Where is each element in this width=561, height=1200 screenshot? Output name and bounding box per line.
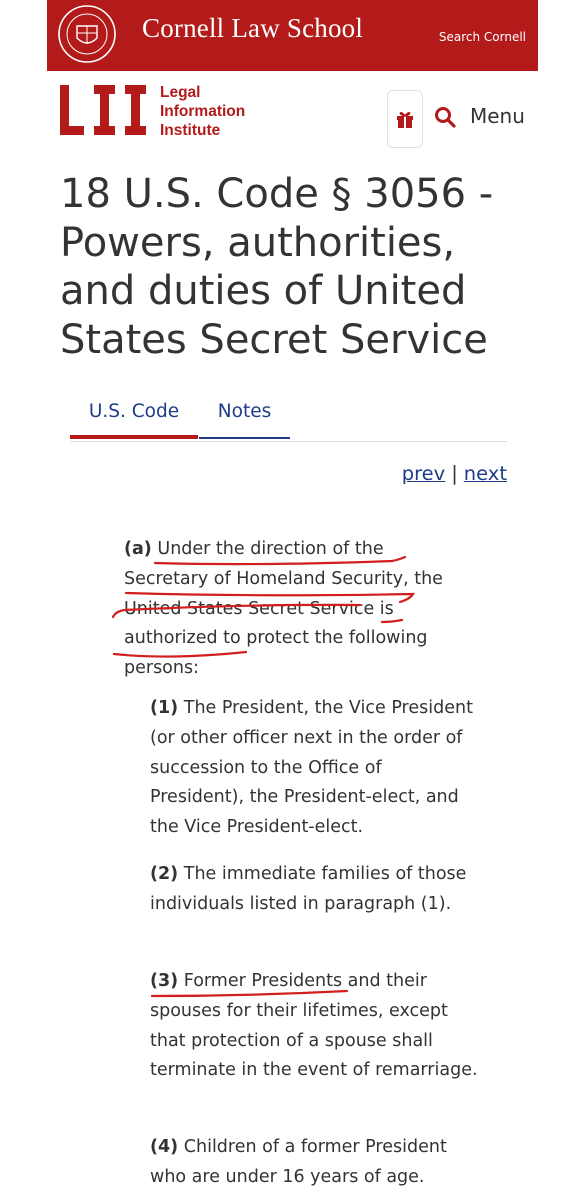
lii-word-legal: Legal [160,84,201,101]
paragraph-text: The immediate families of those individu… [150,864,467,914]
paragraph-number: (1) [150,698,179,718]
subsection-text: Under the direction of the Secretary of … [124,539,443,679]
search-icon [435,107,456,128]
lii-word-information: Information [160,103,246,120]
cornell-header: Cornell Law School Search Cornell [47,0,538,71]
paragraph-3: (3) Former Presidents and their spouses … [150,967,480,1086]
paragraph-text: The President, the Vice President (or ot… [150,698,473,838]
lii-logo[interactable]: Legal Information Institute [60,83,250,139]
statute-subsection-a: (a) Under the direction of the Secretary… [124,535,444,684]
donate-button[interactable] [387,90,423,148]
gift-icon [397,112,413,128]
tab-bar: U.S. Code Notes [70,395,507,442]
search-cornell-link[interactable]: Search Cornell [439,30,526,44]
paragraph-1: (1) The President, the Vice President (o… [150,694,480,843]
lii-word-institute: Institute [160,122,221,139]
lii-logo-words: Legal Information Institute [160,83,245,140]
prev-link[interactable]: prev [402,462,446,485]
next-link[interactable]: next [464,462,507,485]
menu-button[interactable]: Menu [470,104,525,128]
cornell-seal-icon[interactable] [57,4,117,64]
paragraph-text: Children of a former President who are u… [150,1137,447,1187]
cornell-law-school-title[interactable]: Cornell Law School [142,13,363,44]
pager: prev | next [402,462,507,485]
subsection-number: (a) [124,539,152,559]
paragraph-number: (3) [150,971,179,991]
tab-us-code[interactable]: U.S. Code [70,395,198,439]
paragraph-number: (2) [150,864,179,884]
paragraph-4: (4) Children of a former President who a… [150,1133,480,1193]
lii-letters-icon [60,85,146,135]
page-title: 18 U.S. Code § 3056 - Powers, authoritie… [60,171,494,363]
paragraph-text: Former Presidents and their spouses for … [150,971,478,1081]
tab-notes[interactable]: Notes [199,395,290,439]
search-button[interactable] [430,102,460,132]
pager-separator: | [451,462,458,485]
paragraph-number: (4) [150,1137,179,1157]
paragraph-2: (2) The immediate families of those indi… [150,860,480,920]
